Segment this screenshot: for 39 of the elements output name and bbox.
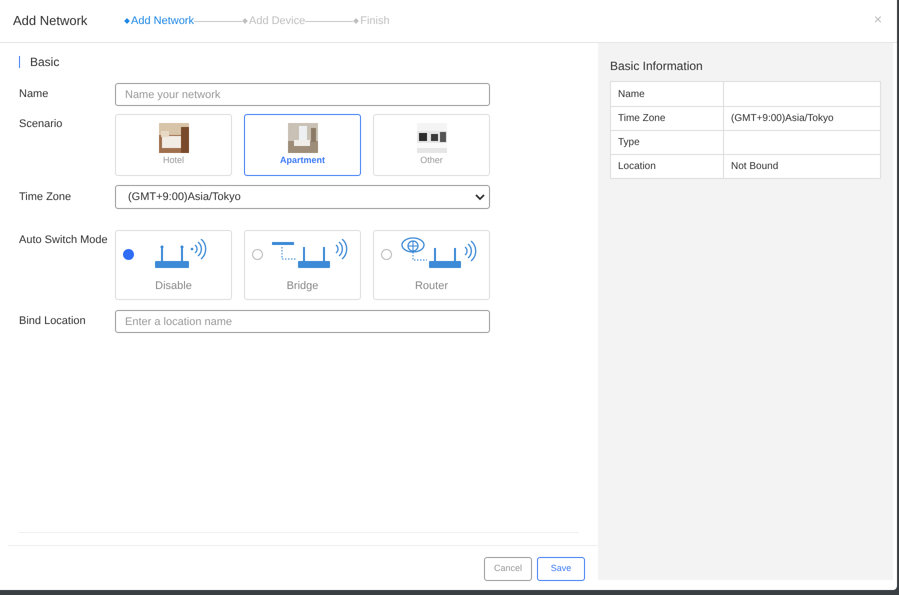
- field-label: Scenario: [19, 117, 64, 132]
- scenario-card[interactable]: Hotel: [115, 114, 232, 176]
- field-label: Bind Location: [19, 314, 87, 330]
- timezone-select[interactable]: (GMT+9:00)Asia/Tokyo: [115, 185, 490, 209]
- field-label: Time Zone: [19, 190, 72, 205]
- mode-card[interactable]: Router: [373, 230, 490, 300]
- window-title: Add Network: [13, 12, 88, 30]
- mode-card[interactable]: Bridge: [244, 230, 361, 300]
- table-cell: Name: [611, 82, 724, 106]
- name-field[interactable]: Name your network: [115, 83, 490, 106]
- field-label: Name: [19, 87, 50, 102]
- router-icon: [154, 239, 206, 271]
- table-cell: Type: [611, 131, 724, 154]
- radio-button[interactable]: [123, 249, 134, 260]
- table-cell: Location: [611, 155, 724, 178]
- gateway-router-icon: [400, 237, 476, 271]
- close-button[interactable]: ×: [874, 12, 882, 26]
- step: Add Network: [125, 12, 194, 30]
- bridge-icon: [272, 239, 348, 271]
- panel-title: Basic Information: [610, 58, 704, 75]
- step: Finish: [354, 12, 390, 30]
- step-connector: [305, 20, 354, 22]
- chevron-down-icon: [475, 194, 485, 200]
- save-button[interactable]: Save: [537, 557, 585, 581]
- mode-card[interactable]: Disable: [115, 230, 232, 300]
- radio-button[interactable]: [381, 249, 392, 260]
- table-cell-text: Not Bound: [730, 160, 780, 174]
- cancel-button[interactable]: Cancel: [484, 557, 532, 581]
- scenario-card[interactable]: Apartment: [244, 114, 361, 176]
- table-cell-text: (GMT+9:00)Asia/Tokyo: [730, 112, 835, 126]
- scenario-card[interactable]: Other: [373, 114, 490, 176]
- location-field[interactable]: Enter a location name: [115, 310, 490, 333]
- radio-button[interactable]: [252, 249, 263, 260]
- step: Add Device: [242, 12, 306, 30]
- section-title: Basic: [30, 54, 60, 71]
- section-marker: [19, 56, 20, 68]
- field-label: Auto Switch Mode: [19, 233, 109, 248]
- step-connector: [194, 20, 242, 22]
- table-cell: Time Zone: [611, 107, 724, 130]
